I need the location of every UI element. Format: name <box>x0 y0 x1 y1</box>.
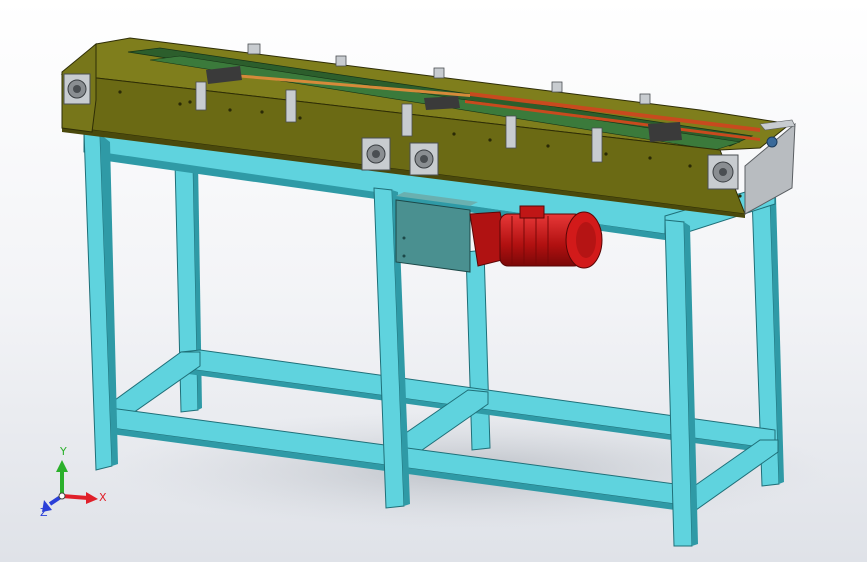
triad-y-label: Y <box>59 445 67 458</box>
triad-z-label: Z <box>40 506 48 519</box>
conveyor-model-scene[interactable]: Y X Z <box>0 0 867 562</box>
bearing-right-end <box>707 154 739 190</box>
graphics-viewport[interactable]: Y X Z <box>0 0 867 562</box>
x-axis-arrow-icon <box>86 492 98 504</box>
triad-origin <box>58 492 66 500</box>
y-axis-arrow-icon <box>56 460 68 472</box>
gearbox-mount-plate <box>395 199 471 273</box>
bearing-mid-1 <box>361 137 391 171</box>
triad-x-label: X <box>99 491 107 504</box>
tensioner-block-right <box>648 122 682 142</box>
motor-terminal-box <box>519 205 545 219</box>
x-axis-line <box>61 494 89 500</box>
tensioner-block-mid <box>424 96 460 110</box>
bearing-left-end <box>63 73 91 105</box>
drive-shaft-end <box>766 136 778 148</box>
bearing-mid-2 <box>409 142 439 176</box>
electric-motor[interactable] <box>499 205 603 269</box>
